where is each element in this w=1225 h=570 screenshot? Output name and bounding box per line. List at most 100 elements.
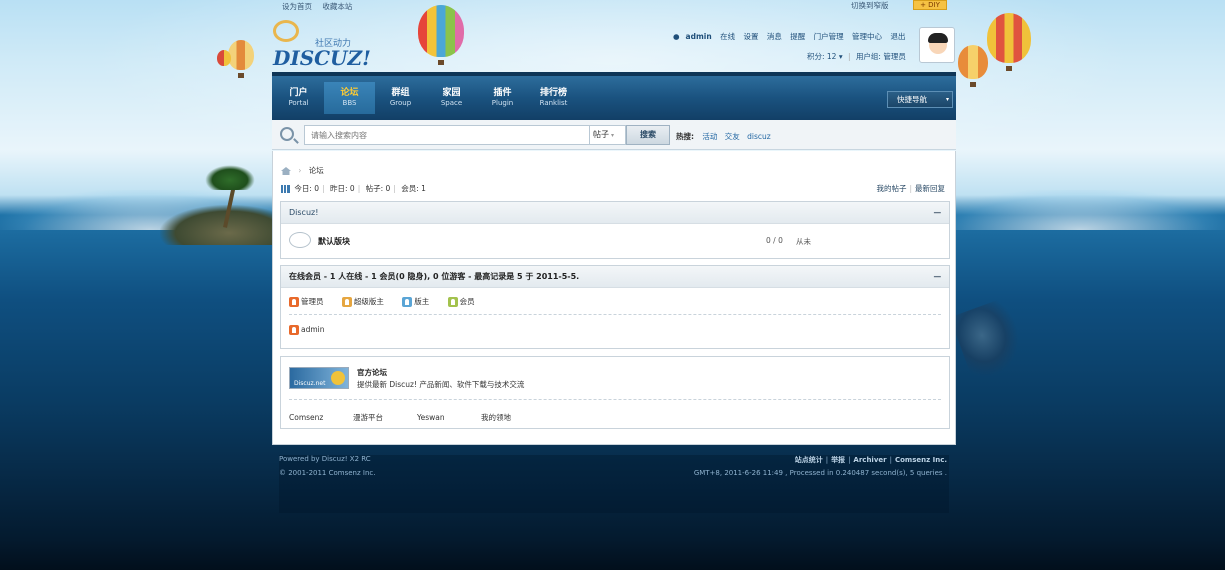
hot-words: 热搜: 活动 交友 discuz	[676, 131, 776, 142]
nav-item-plugin[interactable]: 插件 Plugin	[477, 82, 528, 114]
search-input[interactable]	[304, 125, 590, 145]
messages-link[interactable]: 消息	[767, 32, 782, 41]
search-button[interactable]: 搜索	[626, 125, 670, 145]
settings-link[interactable]: 设置	[743, 32, 758, 41]
legend-item: 版主	[402, 296, 429, 307]
forum-stats: 今日: 0 | 昨日: 0 | 帖子: 0 | 会员: 1	[281, 183, 426, 194]
search-type-label: 帖子	[593, 130, 609, 139]
chevron-down-icon[interactable]: ▾	[839, 52, 843, 61]
forum-name-link[interactable]: 默认版块	[318, 236, 350, 247]
bookmark-link[interactable]: 收藏本站	[322, 2, 352, 11]
nav-item-portal[interactable]: 门户 Portal	[273, 82, 324, 114]
supermod-user-icon	[341, 297, 352, 307]
online-user-link[interactable]: admin	[301, 325, 325, 334]
main-nav: 门户 Portal 论坛 BBS 群组 Group 家园 Space 插件 Pl…	[272, 72, 956, 120]
online-user-list: admin	[281, 317, 949, 335]
separator: |	[848, 456, 851, 464]
search-type-select[interactable]: 帖子 ▾	[590, 125, 626, 145]
breadcrumb-separator: ›	[298, 166, 302, 175]
nav-label-en: Portal	[288, 99, 309, 107]
user-menu: ● admin 在线 设置 消息 提醒 门户管理 管理中心 退出	[673, 31, 911, 42]
logo-text: DISCUZ!	[273, 46, 371, 70]
comsenz-link[interactable]: Comsenz Inc.	[895, 456, 947, 464]
footer-links: 站点统计 | 举报 | Archiver | Comsenz Inc.	[795, 455, 947, 465]
user-stats: 积分: 12 ▾ | 用户组: 管理员	[807, 51, 906, 62]
stat-yesterday: 昨日: 0	[330, 184, 355, 193]
legend-item: 超级版主	[341, 296, 384, 307]
forum-category: Discuz! − 默认版块 0 / 0 从未	[280, 201, 950, 259]
forum-row: 默认版块 0 / 0 从未	[281, 224, 949, 258]
admin-center-link[interactable]: 管理中心	[852, 32, 882, 41]
online-title[interactable]: 在线会员 - 1 人在线 - 1 会员(0 隐身), 0 位游客 - 最高记录是…	[289, 272, 579, 281]
forum-bubble-icon	[289, 232, 311, 248]
my-posts-link[interactable]: 我的帖子	[876, 184, 906, 193]
collapse-icon[interactable]: −	[933, 266, 942, 288]
member-user-icon	[447, 297, 458, 307]
report-link[interactable]: 举报	[831, 456, 845, 464]
online-members: 在线会员 - 1 人在线 - 1 会员(0 隐身), 0 位游客 - 最高记录是…	[280, 265, 950, 349]
powered-by[interactable]: Powered by Discuz! X2 RC	[279, 455, 371, 463]
latest-replies-link[interactable]: 最新回复	[915, 184, 945, 193]
friend-link[interactable]: Comsenz	[289, 413, 353, 422]
user-group-link[interactable]: 用户组: 管理员	[856, 52, 906, 61]
palm-leaves-decoration	[205, 165, 255, 190]
separator: |	[357, 184, 361, 193]
separator: |	[393, 184, 396, 193]
stat-members: 会员: 1	[401, 184, 426, 193]
archiver-link[interactable]: Archiver	[853, 456, 886, 464]
username-link[interactable]: admin	[686, 32, 712, 41]
nav-item-bbs[interactable]: 论坛 BBS	[324, 82, 375, 114]
hot-word-link[interactable]: 交友	[725, 132, 740, 141]
official-forum-desc: 提供最新 Discuz! 产品新闻、软件下载与技术交流	[357, 380, 525, 389]
hot-word-link[interactable]: 活动	[702, 132, 717, 141]
category-header: Discuz! −	[281, 202, 949, 224]
online-header: 在线会员 - 1 人在线 - 1 会员(0 隐身), 0 位游客 - 最高记录是…	[281, 266, 949, 288]
separator: |	[848, 52, 851, 61]
balloon-decoration	[217, 50, 231, 66]
hot-word-link[interactable]: discuz	[747, 132, 771, 141]
nav-item-ranklist[interactable]: 排行榜 Ranklist	[528, 82, 579, 114]
nav-item-group[interactable]: 群组 Group	[375, 82, 426, 114]
separator: |	[909, 184, 912, 193]
forum-counts: 0 / 0	[766, 236, 783, 245]
avatar-hair	[928, 33, 948, 43]
nav-item-space[interactable]: 家园 Space	[426, 82, 477, 114]
separator: |	[322, 184, 325, 193]
collapse-icon[interactable]: −	[933, 202, 942, 224]
balloon-decoration	[987, 13, 1031, 71]
set-homepage-link[interactable]: 设为首页	[282, 2, 312, 11]
diy-button[interactable]: + DIY	[913, 0, 947, 10]
category-title[interactable]: Discuz!	[289, 208, 318, 217]
quick-nav-button[interactable]: 快捷导航 ▾	[887, 91, 953, 108]
friend-link[interactable]: Yeswan	[417, 413, 481, 422]
chevron-down-icon: ▾	[945, 96, 949, 103]
main-content: › 论坛 今日: 0 | 昨日: 0 | 帖子: 0 | 会员: 1 我的帖子 | 最新回…	[272, 151, 956, 445]
friend-link[interactable]: 我的领地	[481, 412, 545, 423]
official-forum-link[interactable]: 官方论坛	[357, 367, 387, 378]
separator: |	[889, 456, 892, 464]
search-icon	[280, 127, 294, 141]
avatar[interactable]	[919, 27, 955, 63]
breadcrumb-current[interactable]: 论坛	[309, 166, 324, 175]
friend-link-row: Comsenz 漫游平台 Yeswan 我的领地	[289, 412, 545, 423]
nav-label-en: Group	[389, 99, 412, 107]
nav-label-cn: 论坛	[340, 88, 359, 98]
admin-user-icon	[289, 297, 299, 307]
online-status[interactable]: 在线	[720, 32, 735, 41]
points-link[interactable]: 积分: 12	[807, 52, 836, 61]
switch-width-link[interactable]: 切换到窄版	[851, 0, 889, 11]
discuz-net-logo[interactable]: Discuz.net	[289, 367, 349, 389]
diy-button-label: DIY	[928, 1, 940, 9]
server-info: GMT+8, 2011-6-26 11:49 , Processed in 0.…	[693, 469, 947, 477]
nav-label-cn: 排行榜	[539, 88, 567, 98]
admin-user-icon	[289, 325, 299, 335]
site-stats-link[interactable]: 站点统计	[795, 456, 823, 464]
member-legend: 管理员 超级版主 版主 会员	[281, 288, 949, 312]
top-links: 设为首页 收藏本站	[282, 1, 360, 12]
friend-link[interactable]: 漫游平台	[353, 412, 417, 423]
portal-admin-link[interactable]: 门户管理	[814, 32, 844, 41]
logout-link[interactable]: 退出	[890, 32, 905, 41]
moderator-user-icon	[402, 297, 413, 307]
home-icon[interactable]	[281, 167, 291, 175]
notifications-link[interactable]: 提醒	[790, 32, 805, 41]
